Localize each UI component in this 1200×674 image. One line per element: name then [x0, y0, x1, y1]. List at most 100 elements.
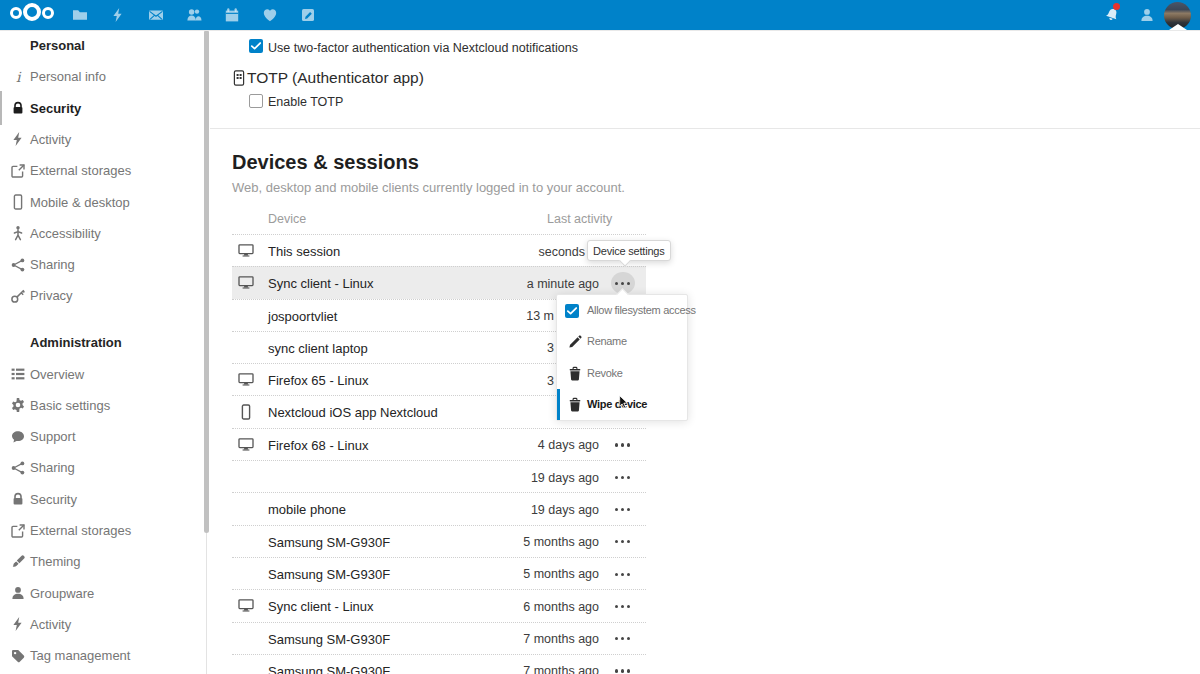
header-contacts-icon[interactable] [1139, 7, 1155, 23]
menu-item-rename[interactable]: Rename [557, 326, 687, 357]
totp-title: TOTP (Authenticator app) [247, 69, 424, 87]
sidebar-item-accessibility[interactable]: Accessibility [0, 218, 200, 249]
sidebar-item-activity[interactable]: Activity [0, 124, 200, 155]
enable-totp-checkbox[interactable] [249, 94, 263, 108]
brush-icon [10, 554, 26, 570]
sidebar-item-label: Privacy [30, 288, 73, 303]
sidebar-section-title: Personal [30, 38, 85, 53]
device-name: Samsung SM-G930F [268, 632, 390, 647]
sidebar-item-security[interactable]: Security [0, 484, 200, 515]
device-actions-button[interactable] [611, 499, 635, 521]
sidebar-item-mobile-desktop[interactable]: Mobile & desktop [0, 187, 200, 218]
device-last-activity: 3 [547, 374, 554, 388]
device-last-activity: 6 months ago [523, 600, 599, 614]
device-name: This session [268, 244, 340, 259]
device-actions-button[interactable] [611, 466, 635, 488]
desktop-device-icon [238, 598, 254, 614]
bolt-icon [10, 131, 26, 147]
mobile-icon [10, 194, 26, 210]
avatar-caret [1169, 24, 1187, 30]
device-row: Samsung SM-G930F7 months ago [232, 654, 646, 674]
share-icon [10, 460, 26, 476]
device-last-activity: 7 months ago [523, 664, 599, 674]
app-activity-icon[interactable] [110, 7, 126, 23]
sidebar-item-label: Activity [30, 132, 71, 147]
bolt-icon [10, 616, 26, 632]
column-last-activity: Last activity [547, 212, 612, 226]
sidebar-item-privacy[interactable]: Privacy [0, 280, 200, 311]
tooltip-text: Device settings [593, 245, 665, 257]
sidebar-item-theming[interactable]: Theming [0, 546, 200, 577]
pencil-icon [567, 334, 582, 349]
device-row: Samsung SM-G930F5 months ago [232, 525, 646, 557]
device-last-activity: 19 days ago [531, 471, 599, 485]
list-icon [10, 366, 26, 382]
sidebar-active-marker [0, 91, 2, 125]
device-name: Samsung SM-G930F [268, 535, 390, 550]
app-favorites-icon[interactable] [262, 7, 278, 23]
enable-totp-label: Enable TOTP [268, 95, 343, 109]
sidebar-item-external-storages[interactable]: External storages [0, 515, 200, 546]
sidebar-item-label: Mobile & desktop [30, 195, 130, 210]
app-mail-icon[interactable] [148, 7, 164, 23]
desktop-device-icon [238, 437, 254, 453]
two-factor-checkbox[interactable] [249, 39, 263, 53]
gear-icon [10, 397, 26, 413]
device-row: This sessionseconds [232, 234, 646, 266]
sidebar-item-security[interactable]: Security [0, 93, 200, 124]
device-actions-button[interactable] [611, 628, 635, 650]
desktop-device-icon [238, 275, 254, 291]
sidebar-item-groupware[interactable]: Groupware [0, 578, 200, 609]
notification-badge [1113, 3, 1120, 10]
sidebar-item-label: External storages [30, 523, 131, 538]
sidebar-item-label: Support [30, 429, 76, 444]
device-name: Nextcloud iOS app Nextcloud [268, 405, 438, 420]
sidebar-item-overview[interactable]: Overview [0, 359, 200, 390]
two-factor-label: Use two-factor authentication via Nextcl… [268, 41, 578, 55]
sidebar-item-external-storages[interactable]: External storages [0, 155, 200, 186]
sidebar-item-sharing[interactable]: Sharing [0, 452, 200, 483]
device-row: mobile phone19 days ago [232, 492, 646, 524]
sidebar-item-label: Tag management [30, 648, 130, 663]
mouse-cursor [616, 395, 630, 409]
sidebar-item-support[interactable]: Support [0, 421, 200, 452]
device-actions-button[interactable] [611, 660, 635, 674]
device-last-activity: 5 months ago [523, 567, 599, 581]
sidebar-item-label: Groupware [30, 586, 94, 601]
device-name: Sync client - Linux [268, 599, 374, 614]
settings-sidebar: PersonaliPersonal infoSecurityActivityEx… [0, 30, 210, 674]
device-last-activity: a minute ago [527, 277, 599, 291]
sidebar-item-label: Sharing [30, 460, 75, 475]
device-actions-button[interactable] [611, 434, 635, 456]
app-calendar-icon[interactable] [224, 7, 240, 23]
device-name: Firefox 68 - Linux [268, 438, 368, 453]
svg-text:i: i [16, 69, 22, 85]
device-last-activity: 3 [547, 341, 554, 355]
sidebar-section-personal: Personal [0, 30, 200, 61]
menu-hover-indicator [557, 389, 560, 420]
sidebar-item-label: External storages [30, 163, 131, 178]
device-last-activity: 19 days ago [531, 503, 599, 517]
sidebar-item-basic-settings[interactable]: Basic settings [0, 390, 200, 421]
tag-icon [10, 648, 26, 664]
menu-item-label: Revoke [587, 367, 623, 379]
sidebar-item-activity[interactable]: Activity [0, 609, 200, 640]
device-actions-button[interactable] [611, 563, 635, 585]
lock-icon [10, 491, 26, 507]
sidebar-item-personal-info[interactable]: iPersonal info [0, 61, 200, 92]
app-notes-icon[interactable] [300, 7, 316, 23]
device-settings-tooltip: Device settings [587, 240, 671, 261]
app-contacts-icon[interactable] [186, 7, 202, 23]
device-actions-button[interactable] [611, 531, 635, 553]
menu-item-revoke[interactable]: Revoke [557, 358, 687, 389]
sidebar-item-sharing[interactable]: Sharing [0, 249, 200, 280]
sidebar-item-tag-management[interactable]: Tag management [0, 640, 200, 671]
filesystem-access-checkbox[interactable] [565, 304, 579, 318]
sidebar-section-administration: Administration [0, 327, 200, 358]
accessibility-icon [10, 225, 26, 241]
user-icon [10, 585, 26, 601]
device-actions-button[interactable] [611, 595, 635, 617]
menu-item-allow-filesystem-access[interactable]: Allow filesystem access [557, 295, 687, 326]
sidebar-scrollbar-thumb[interactable] [204, 30, 209, 533]
app-files-icon[interactable] [72, 7, 88, 23]
